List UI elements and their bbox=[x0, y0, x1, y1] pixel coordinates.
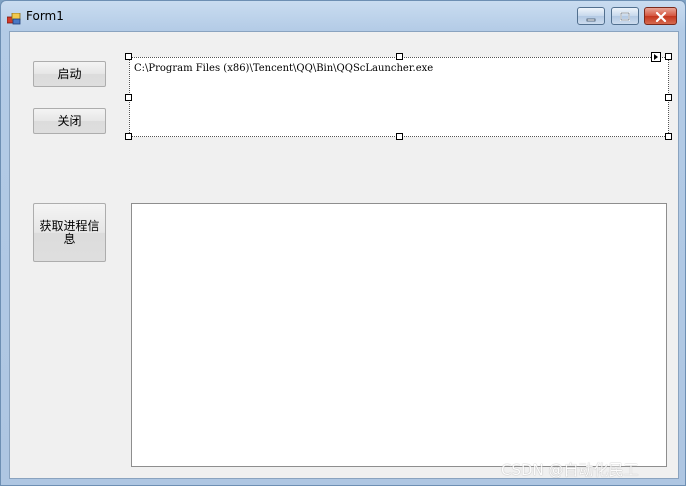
close-icon bbox=[655, 7, 667, 26]
resize-handle-bottom-right[interactable] bbox=[665, 133, 672, 140]
path-text: C:\Program Files (x86)\Tencent\QQ\Bin\QQ… bbox=[134, 63, 434, 74]
minimize-icon bbox=[585, 7, 597, 26]
resize-handle-top[interactable] bbox=[396, 53, 403, 60]
maximize-button[interactable] bbox=[611, 7, 639, 25]
resize-handle-left[interactable] bbox=[125, 94, 132, 101]
resize-handle-top-right[interactable] bbox=[665, 53, 672, 60]
resize-handle-bottom[interactable] bbox=[396, 133, 403, 140]
get-process-info-button[interactable]: 获取进程信息 bbox=[33, 203, 106, 262]
resize-handle-top-left[interactable] bbox=[125, 53, 132, 60]
resize-handle-bottom-left[interactable] bbox=[125, 133, 132, 140]
watermark: CSDN @自动化民工 bbox=[501, 461, 639, 479]
form-client-area: 启动 关闭 获取进程信息 C:\Program Files (x86)\Tenc… bbox=[9, 31, 679, 479]
smart-tag-arrow-icon[interactable] bbox=[651, 52, 661, 62]
window-title: Form1 bbox=[26, 9, 64, 23]
close-button[interactable] bbox=[644, 7, 677, 25]
title-bar[interactable]: Form1 bbox=[1, 1, 685, 31]
close-process-button[interactable]: 关闭 bbox=[33, 108, 106, 134]
restore-icon bbox=[619, 7, 631, 26]
path-textbox[interactable]: C:\Program Files (x86)\Tencent\QQ\Bin\QQ… bbox=[129, 57, 669, 137]
app-window: Form1 启动 关闭 获取进程信息 C:\Program Files (x86… bbox=[0, 0, 686, 486]
process-info-textbox[interactable] bbox=[131, 203, 667, 467]
minimize-button[interactable] bbox=[577, 7, 605, 25]
resize-handle-right[interactable] bbox=[665, 94, 672, 101]
start-button[interactable]: 启动 bbox=[33, 61, 106, 87]
app-icon bbox=[6, 10, 21, 25]
